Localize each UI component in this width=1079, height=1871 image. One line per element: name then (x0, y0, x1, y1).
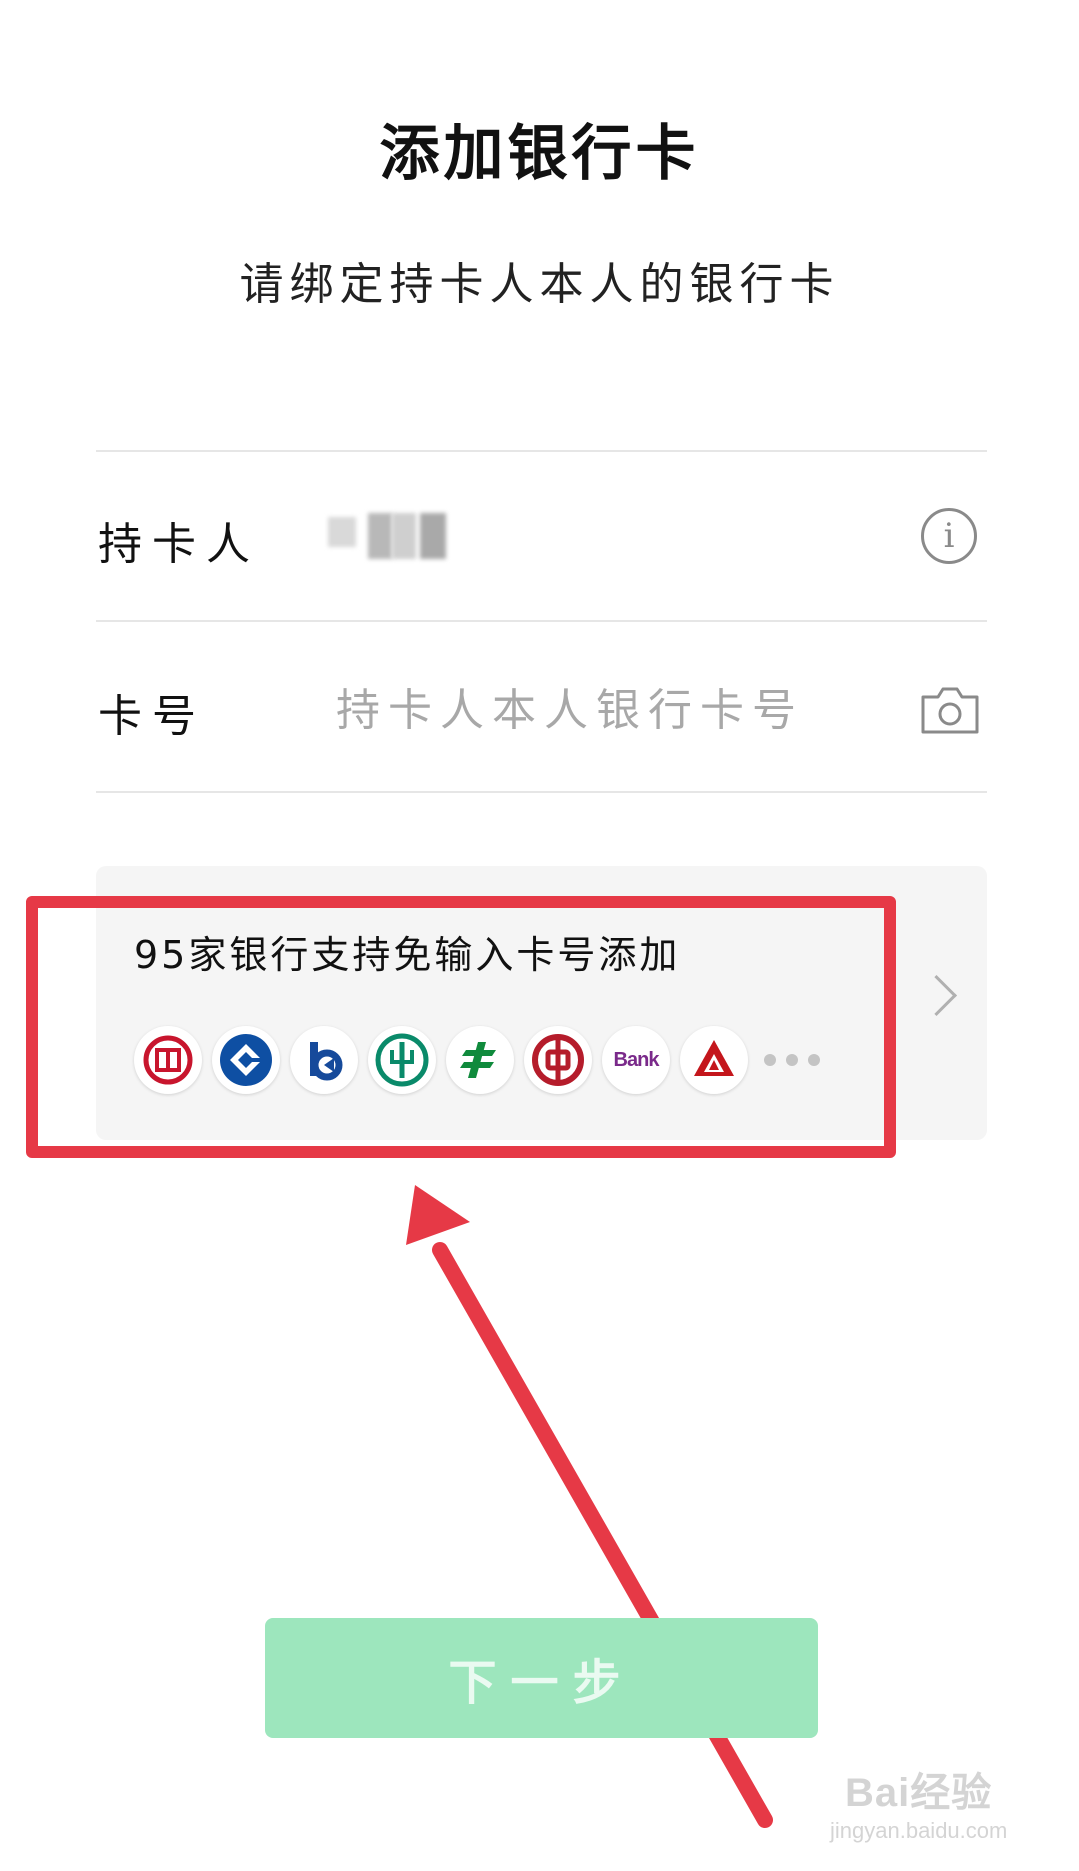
divider (96, 620, 987, 622)
card-number-input[interactable] (336, 682, 856, 738)
page-subtitle: 请绑定持卡人本人的银行卡 (239, 259, 840, 310)
card-holder-label: 持卡人 (98, 519, 260, 570)
baidu-jingyan-watermark: Bai经验 jingyan.baidu.com (830, 1771, 1008, 1843)
highlight-annotation-box (26, 896, 896, 1158)
divider (96, 450, 987, 452)
info-icon[interactable]: i (921, 508, 977, 564)
camera-icon[interactable] (920, 685, 980, 735)
next-step-button[interactable]: 下一步 (265, 1618, 818, 1738)
card-holder-name-blurred (300, 495, 480, 595)
add-bank-card-page: 添加银行卡 请绑定持卡人本人的银行卡 持卡人 i 卡号 95家银行支持免输入卡号… (0, 0, 1079, 1871)
card-number-label: 卡号 (98, 691, 206, 742)
divider (96, 791, 987, 793)
chevron-right-icon[interactable] (915, 974, 958, 1017)
page-title: 添加银行卡 (379, 119, 700, 189)
